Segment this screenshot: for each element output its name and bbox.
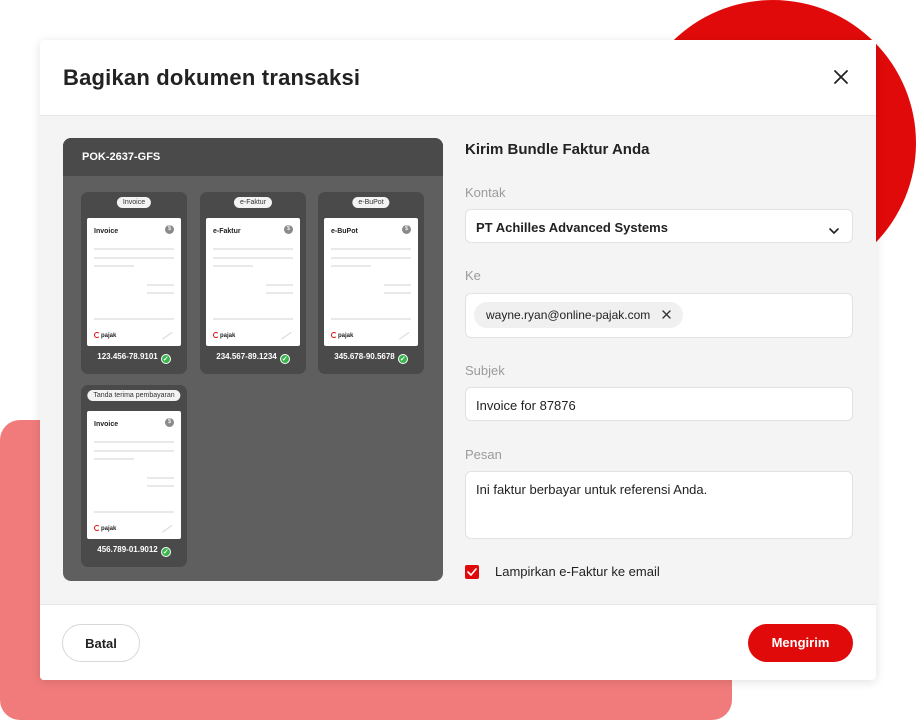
recipient-email: wayne.ryan@online-pajak.com — [486, 308, 651, 322]
pajak-logo: pajak — [331, 332, 353, 339]
paper-title: Invoice — [94, 228, 119, 235]
check-circle-icon: ✓ — [160, 354, 171, 364]
to-label: Ke — [465, 268, 481, 283]
message-value: Ini faktur berbayar untuk referensi Anda… — [476, 482, 708, 497]
remove-recipient-icon[interactable] — [662, 308, 671, 322]
subject-value: Invoice for 87876 — [476, 398, 576, 413]
chevron-down-icon — [828, 222, 840, 240]
message-label: Pesan — [465, 447, 502, 462]
document-number: 123.456-78.9101 ✓ — [81, 352, 187, 364]
pajak-logo: pajak — [94, 332, 116, 339]
info-icon: $ — [165, 418, 174, 427]
dialog-footer: Batal Mengirim — [40, 604, 876, 680]
cancel-button[interactable]: Batal — [62, 624, 140, 662]
paper-title: e-Faktur — [213, 228, 241, 235]
document-thumbnail: Invoice $ pajak — [87, 411, 181, 539]
check-circle-icon: ✓ — [160, 547, 171, 557]
message-textarea[interactable]: Ini faktur berbayar untuk referensi Anda… — [465, 471, 853, 539]
paper-title: Invoice — [94, 421, 119, 428]
info-icon: $ — [284, 225, 293, 234]
attach-efaktur-row[interactable]: Lampirkan e-Faktur ke email — [465, 564, 660, 579]
bundle-preview: POK-2637-GFS Invoice Invoice $ pajak 123… — [63, 138, 443, 581]
document-card-ebupot[interactable]: e-BuPot e-BuPot $ pajak 345.678-90.5678 ✓ — [318, 192, 424, 374]
attach-efaktur-label: Lampirkan e-Faktur ke email — [495, 564, 660, 579]
attach-efaktur-checkbox[interactable] — [465, 564, 479, 579]
contact-label: Kontak — [465, 185, 506, 200]
subject-input[interactable]: Invoice for 87876 — [465, 387, 853, 421]
recipient-chip: wayne.ryan@online-pajak.com — [474, 302, 684, 328]
send-form: Kirim Bundle Faktur Anda Kontak PT Achil… — [465, 138, 853, 579]
signature-mark — [276, 325, 292, 340]
paper-title: e-BuPot — [331, 228, 358, 235]
close-icon — [834, 70, 848, 84]
check-circle-icon: ✓ — [279, 354, 290, 364]
contact-value: PT Achilles Advanced Systems — [476, 220, 668, 235]
document-number: 345.678-90.5678 ✓ — [318, 352, 424, 364]
pajak-logo: pajak — [94, 525, 116, 532]
document-number: 456.789-01.9012 ✓ — [81, 545, 187, 557]
signature-mark — [394, 325, 410, 340]
checkmark-icon — [467, 567, 477, 576]
share-dialog: Bagikan dokumen transaksi POK-2637-GFS I… — [40, 40, 876, 680]
document-type-label: Tanda terima pembayaran — [87, 390, 181, 401]
document-number: 234.567-89.1234 ✓ — [200, 352, 306, 364]
signature-mark — [157, 518, 173, 533]
contact-select[interactable]: PT Achilles Advanced Systems — [465, 209, 853, 243]
document-card-invoice[interactable]: Invoice Invoice $ pajak 123.456-78.9101 ✓ — [81, 192, 187, 374]
form-title: Kirim Bundle Faktur Anda — [465, 141, 650, 158]
document-type-label: e-Faktur — [233, 197, 273, 208]
document-thumbnail: Invoice $ pajak — [87, 218, 181, 346]
document-type-label: e-BuPot — [352, 197, 390, 208]
recipient-field[interactable]: wayne.ryan@online-pajak.com — [465, 293, 853, 338]
close-button[interactable] — [830, 66, 852, 88]
document-thumbnail: e-BuPot $ pajak — [324, 218, 418, 346]
dialog-header: Bagikan dokumen transaksi — [40, 40, 876, 116]
document-thumbnail: e-Faktur $ pajak — [206, 218, 300, 346]
info-icon: $ — [165, 225, 174, 234]
signature-mark — [157, 325, 173, 340]
pajak-logo: pajak — [213, 332, 235, 339]
document-card-receipt[interactable]: Tanda terima pembayaran Invoice $ pajak … — [81, 385, 187, 567]
check-circle-icon: ✓ — [397, 354, 408, 364]
document-type-label: Invoice — [116, 197, 152, 208]
document-card-efaktur[interactable]: e-Faktur e-Faktur $ pajak 234.567-89.123… — [200, 192, 306, 374]
dialog-title: Bagikan dokumen transaksi — [63, 65, 361, 90]
send-button[interactable]: Mengirim — [748, 624, 853, 662]
bundle-id: POK-2637-GFS — [63, 138, 443, 176]
subject-label: Subjek — [465, 363, 505, 378]
info-icon: $ — [402, 225, 411, 234]
